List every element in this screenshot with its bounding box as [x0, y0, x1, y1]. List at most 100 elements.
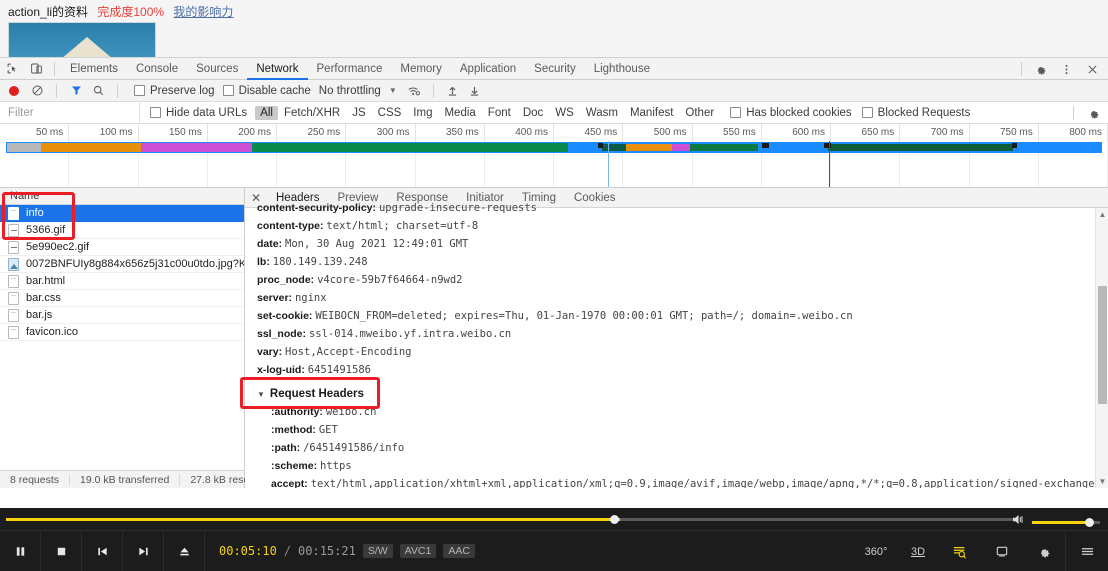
hide-data-urls-checkbox[interactable]: Hide data URLs	[150, 107, 247, 119]
tab-sources[interactable]: Sources	[187, 58, 247, 80]
scroll-up-arrow[interactable]: ▲	[1096, 208, 1108, 221]
close-icon[interactable]	[1080, 58, 1104, 80]
search-settings-icon[interactable]	[939, 531, 981, 571]
transport-controls: 00:05:10 / 00:15:21 S/W AVC1 AAC 360° 3D	[0, 530, 1108, 571]
filter-type-img[interactable]: Img	[407, 107, 438, 119]
network-status-bar: 8 requests 19.0 kB transferred 27.8 kB r…	[0, 470, 270, 488]
gear-icon[interactable]	[1023, 531, 1065, 571]
menu-icon[interactable]	[1066, 531, 1108, 571]
seek-bar[interactable]	[6, 515, 1012, 524]
gear-icon[interactable]	[1028, 58, 1052, 80]
next-track-button[interactable]	[123, 530, 164, 571]
tab-elements[interactable]: Elements	[61, 58, 127, 80]
filter-type-font[interactable]: Font	[482, 107, 517, 119]
network-conditions-icon[interactable]	[403, 80, 425, 102]
request-row-3[interactable]: 0072BNFUIy8g884x656z5j31c00u0tdo.jpg?KID…	[0, 256, 244, 273]
request-row-5[interactable]: bar.css	[0, 290, 244, 307]
request-row-2[interactable]: 5e990ec2.gif	[0, 239, 244, 256]
filter-type-all[interactable]: All	[255, 105, 278, 120]
web-page-area: action_li的资料 完成度100% 我的影响力	[0, 0, 1108, 58]
request-name: bar.html	[26, 275, 66, 287]
header-key: lb:	[257, 256, 273, 268]
clear-icon[interactable]	[26, 80, 48, 102]
overview-marker-1	[598, 143, 603, 148]
has-blocked-cookies-checkbox[interactable]: Has blocked cookies	[730, 106, 852, 119]
request-row-0[interactable]: info	[0, 205, 244, 222]
360-icon[interactable]: 360°	[855, 531, 897, 571]
filter-type-doc[interactable]: Doc	[517, 107, 549, 119]
chevron-down-icon[interactable]: ▼	[389, 86, 397, 95]
gif-icon	[8, 240, 19, 254]
request-row-1[interactable]: 5366.gif	[0, 222, 244, 239]
header-value: WEIBOCN_FROM=deleted; expires=Thu, 01-Ja…	[315, 310, 853, 322]
request-headers-section-title[interactable]: ▼ Request Headers	[257, 385, 1095, 403]
tab-network[interactable]: Network	[247, 58, 307, 80]
pause-button[interactable]	[0, 530, 41, 571]
filter-type-fetch-xhr[interactable]: Fetch/XHR	[278, 107, 346, 119]
filter-icon[interactable]	[65, 80, 87, 102]
overview-seg-download	[252, 143, 568, 152]
seek-handle[interactable]	[609, 515, 619, 524]
details-scrollbar[interactable]: ▲ ▼	[1095, 208, 1108, 488]
filter-input[interactable]: Filter	[0, 101, 140, 124]
request-row-7[interactable]: favicon.ico	[0, 324, 244, 341]
scrollbar-thumb[interactable]	[1098, 286, 1107, 404]
search-icon[interactable]	[87, 80, 109, 102]
request-row-4[interactable]: bar.html	[0, 273, 244, 290]
throttling-select[interactable]: No throttling	[319, 85, 381, 97]
screenshot-icon[interactable]	[981, 531, 1023, 571]
volume-handle[interactable]	[1085, 517, 1095, 527]
checkbox-box	[222, 85, 234, 96]
header-key: date:	[257, 238, 286, 250]
preserve-log-label: Preserve log	[150, 84, 215, 97]
profile-header: action_li的资料 完成度100% 我的影响力	[8, 3, 233, 20]
toolbar-divider	[1021, 62, 1022, 76]
filter-type-css[interactable]: CSS	[372, 107, 408, 119]
stop-button[interactable]	[41, 530, 82, 571]
previous-track-button[interactable]	[82, 530, 123, 571]
triangle-down-icon[interactable]: ▼	[257, 390, 265, 399]
tab-console[interactable]: Console	[127, 58, 187, 80]
preserve-log-checkbox[interactable]: Preserve log	[134, 85, 215, 97]
timeline-tick: 150 ms	[139, 124, 208, 141]
header-value: Host,Accept-Encoding	[285, 346, 412, 358]
request-row-6[interactable]: bar.js	[0, 307, 244, 324]
record-button[interactable]	[9, 85, 19, 96]
tab-application[interactable]: Application	[451, 58, 525, 80]
volume-bar[interactable]	[1032, 517, 1100, 527]
filter-type-js[interactable]: JS	[346, 107, 371, 119]
profile-completion: 完成度100%	[97, 5, 165, 19]
filter-type-manifest[interactable]: Manifest	[624, 107, 679, 119]
tab-security[interactable]: Security	[525, 58, 585, 80]
disable-cache-checkbox[interactable]: Disable cache	[222, 85, 311, 97]
inspect-icon[interactable]	[0, 58, 24, 80]
video-player-controls: 00:05:10 / 00:15:21 S/W AVC1 AAC 360° 3D	[0, 508, 1108, 571]
filter-type-ws[interactable]: WS	[549, 107, 580, 119]
network-split-view: Name info 5366.gif 5e990ec2.gif 0072BNFUIy8…	[0, 188, 1108, 488]
blocked-requests-checkbox[interactable]: Blocked Requests	[861, 107, 970, 119]
import-har-icon[interactable]	[442, 80, 464, 102]
export-har-icon[interactable]	[464, 80, 486, 102]
eject-button[interactable]	[164, 530, 205, 571]
tab-lighthouse[interactable]: Lighthouse	[585, 58, 659, 80]
3d-icon[interactable]: 3D	[897, 531, 939, 571]
checkbox-box	[861, 107, 873, 118]
filter-type-media[interactable]: Media	[438, 107, 481, 119]
tab-memory[interactable]: Memory	[391, 58, 451, 80]
has-blocked-cookies-label: Has blocked cookies	[746, 106, 852, 119]
influence-link[interactable]: 我的影响力	[173, 5, 233, 19]
header-key: content-security-policy:	[257, 202, 379, 214]
device-toolbar-icon[interactable]	[24, 58, 48, 80]
filter-type-wasm[interactable]: Wasm	[580, 107, 624, 119]
filter-type-other[interactable]: Other	[679, 107, 720, 119]
network-overview[interactable]: 50 ms 100 ms 150 ms 200 ms 250 ms 300 ms 350 m…	[0, 124, 1108, 188]
timeline-tick: 750 ms	[970, 124, 1039, 141]
column-header-name[interactable]: Name	[0, 188, 244, 205]
volume-icon[interactable]	[1011, 513, 1027, 531]
overview-bar-group3	[828, 144, 1013, 151]
gear-icon[interactable]	[1082, 102, 1104, 124]
scroll-down-arrow[interactable]: ▼	[1096, 475, 1108, 488]
more-vertical-icon[interactable]	[1054, 58, 1078, 80]
toolbar-divider	[117, 83, 118, 98]
tab-performance[interactable]: Performance	[308, 58, 392, 80]
